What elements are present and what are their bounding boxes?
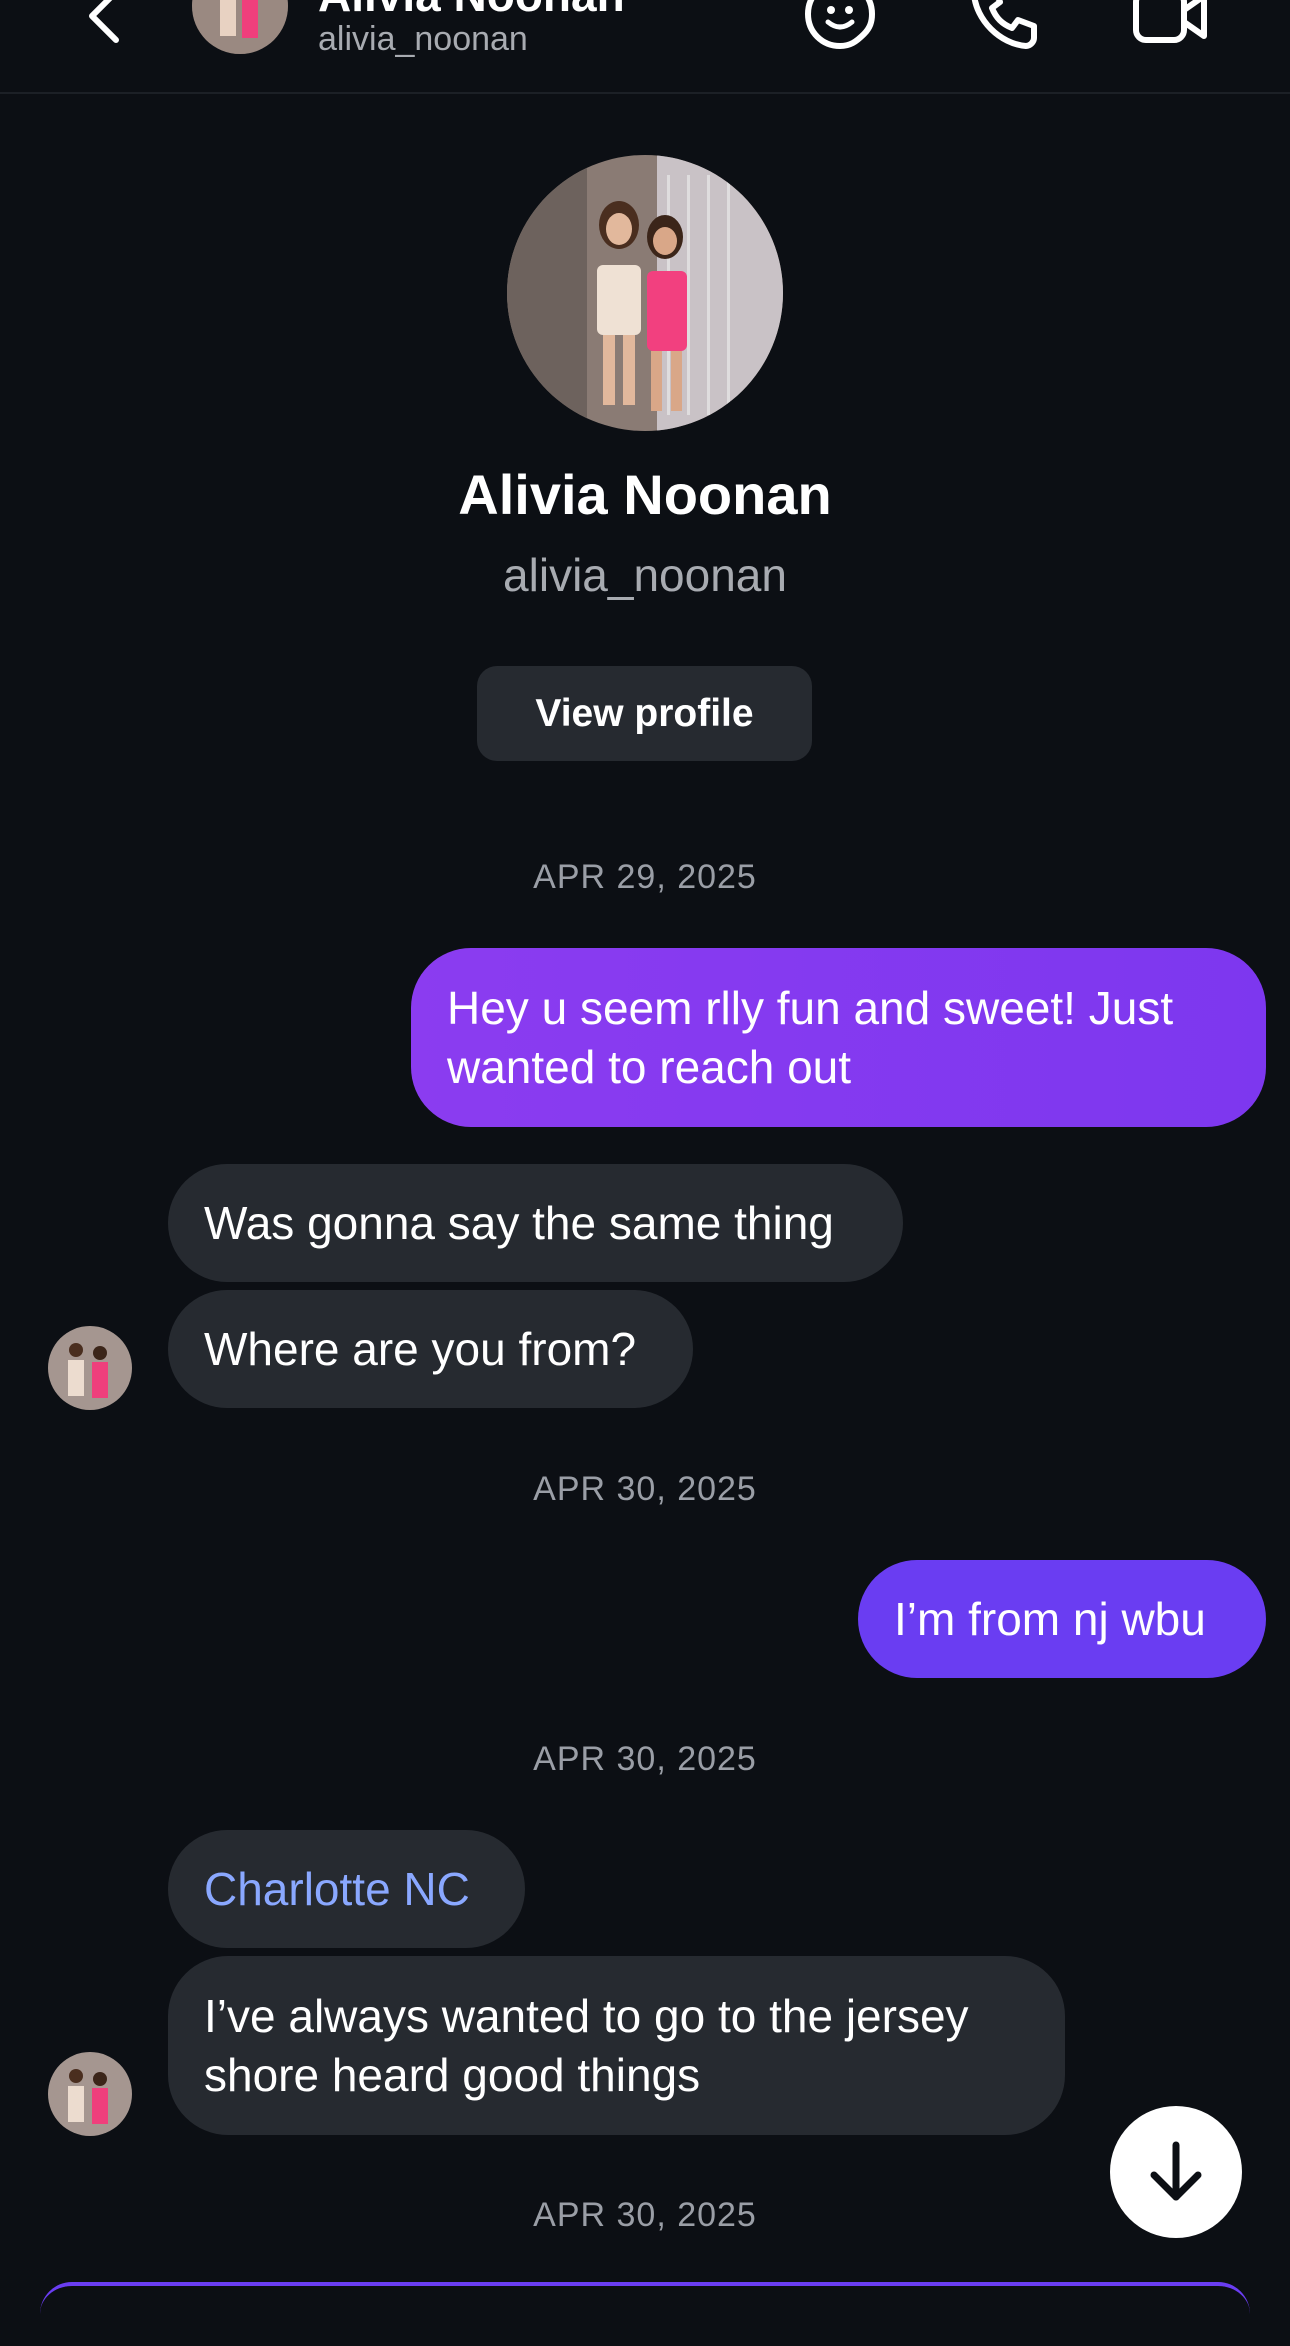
date-separator: APR 30, 2025 [533, 1740, 757, 1778]
message-text: I’ve always wanted to go to the jersey s… [204, 1989, 969, 2101]
back-icon[interactable] [78, 0, 134, 48]
profile-username: alivia_noonan [503, 549, 787, 601]
message-bubble-outgoing[interactable]: Hey u seem rlly fun and sweet! Just want… [411, 948, 1266, 1127]
message-bubble-incoming[interactable]: Charlotte NC [168, 1830, 525, 1948]
avatar[interactable] [48, 2052, 132, 2136]
header-name[interactable]: Alivia Noonan [318, 0, 625, 22]
message-text: Was gonna say the same thing [204, 1196, 834, 1249]
date-separator: APR 30, 2025 [533, 1470, 757, 1508]
view-profile-button[interactable]: View profile [477, 666, 812, 761]
phone-icon[interactable] [962, 0, 1046, 56]
avatar[interactable] [48, 1326, 132, 1410]
profile-name: Alivia Noonan [458, 463, 832, 526]
message-bubble-incoming[interactable]: Was gonna say the same thing [168, 1164, 903, 1282]
sticker-icon[interactable] [798, 0, 882, 56]
message-text: I’m from nj wbu [894, 1592, 1206, 1645]
date-separator: APR 30, 2025 [533, 2196, 757, 2234]
profile-photo[interactable] [507, 155, 783, 431]
link-text[interactable]: Charlotte NC [204, 1860, 470, 1919]
date-separator: APR 29, 2025 [533, 858, 757, 896]
message-bubble-incoming[interactable]: Where are you from? [168, 1290, 693, 1408]
video-icon[interactable] [1128, 0, 1212, 56]
message-bubble-outgoing[interactable]: I’m from nj wbu [858, 1560, 1266, 1678]
message-text: Hey u seem rlly fun and sweet! Just want… [447, 981, 1174, 1093]
header-username[interactable]: alivia_noonan [318, 20, 528, 59]
message-bubble-incoming[interactable]: I’ve always wanted to go to the jersey s… [168, 1956, 1065, 2135]
message-text: Where are you from? [204, 1322, 637, 1375]
avatar[interactable] [192, 0, 288, 54]
chat-header: Alivia Noonan alivia_noonan [0, 0, 1290, 94]
